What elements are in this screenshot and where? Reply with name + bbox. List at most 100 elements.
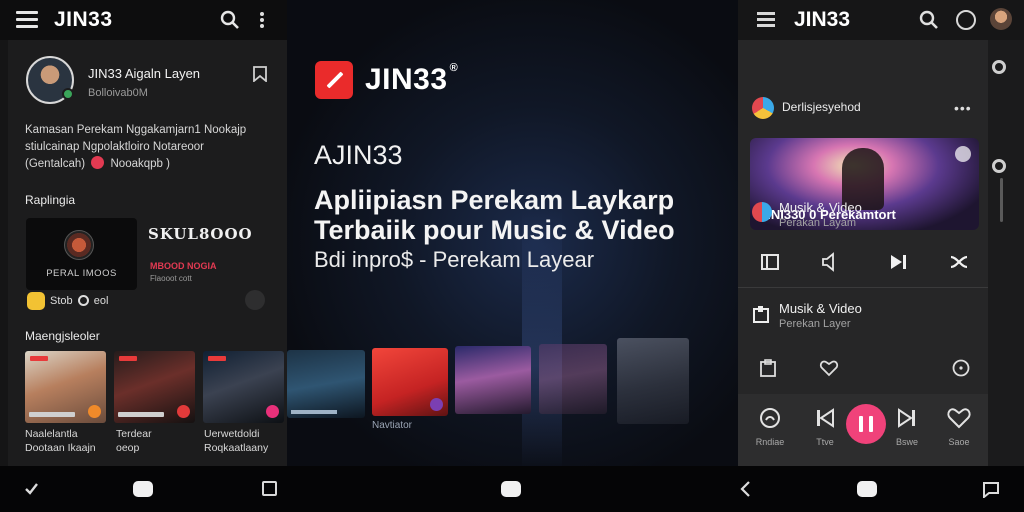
track-title[interactable]: Musik & Video <box>779 200 862 215</box>
hero-headline-line: Terbaiik pour Music & Video <box>314 215 675 245</box>
back-icon[interactable] <box>736 480 756 498</box>
more-vertical-icon[interactable] <box>257 10 267 30</box>
red-badge-icon <box>177 405 190 418</box>
scrollbar[interactable] <box>1000 178 1003 222</box>
player-label: Ttve <box>816 437 834 447</box>
carousel-caption: Navtiator <box>372 420 413 431</box>
thumbnail-label-bar <box>118 412 164 417</box>
gear-icon[interactable] <box>992 60 1006 74</box>
track-title[interactable]: Musik & Video <box>779 301 862 316</box>
library-icon <box>753 306 769 323</box>
app-title: JIN33 <box>54 8 113 31</box>
recording-card-caption: PERAL IMOOS <box>46 268 117 279</box>
profile-bio: Kamasan Perekam Nggakamjarn1 Nookajp sti… <box>25 122 275 173</box>
artwork-title: SKUL8OOO <box>148 225 253 243</box>
bio-line: stiulcainap Ngpolaktloiro Notareoor <box>25 141 204 153</box>
hero-subheading: Bdi inpro$ - Perekam Layear <box>314 247 595 272</box>
video-thumbnail[interactable] <box>25 351 106 423</box>
menu-icon[interactable] <box>757 12 775 27</box>
profile-name: JIN33 Aigaln Layen <box>88 66 201 81</box>
avatar[interactable] <box>990 8 1012 30</box>
online-badge <box>62 88 74 100</box>
thumbnail-subtitle: Roqkaatlaany <box>204 442 269 454</box>
carousel-thumbnail[interactable] <box>372 348 448 416</box>
thumbnail-label-bar <box>291 410 337 414</box>
logo-wordmark: JIN33 <box>365 63 448 96</box>
artwork-subtitle: MBOOD NOGIA <box>150 261 217 271</box>
right-panel: JIN33 Derlisjesyehod ••• JINI330 0 Perek… <box>738 0 1024 466</box>
thumbnail-caption: Naalelantla Dootaan Ikaajn <box>25 427 96 455</box>
bio-line-text: (Gentalcah) <box>25 158 86 170</box>
live-tag <box>30 356 48 361</box>
section-heading-videos: Maengjsleoler <box>25 329 100 343</box>
carousel-thumbnail[interactable] <box>539 344 607 414</box>
speedometer-icon[interactable] <box>956 10 976 30</box>
bookmark-icon[interactable] <box>253 66 267 82</box>
music-video-icon <box>752 202 772 222</box>
live-tag <box>208 356 226 361</box>
vinyl-icon <box>64 230 94 260</box>
radio-icon[interactable] <box>757 405 783 431</box>
bio-tail: Nooakqpb ) <box>110 158 170 170</box>
more-horizontal-icon[interactable]: ••• <box>954 100 972 116</box>
live-tag <box>119 356 137 361</box>
thumbnail-caption: Uerwetdoldi Roqkaatlaany <box>204 427 268 455</box>
carousel-thumbnail[interactable] <box>617 338 689 424</box>
settings-badge-icon[interactable] <box>955 146 971 162</box>
track-subtitle: Perekan Layer <box>779 318 851 330</box>
carousel-thumbnail[interactable] <box>287 350 365 418</box>
artwork-meta: Flaooot cott <box>150 274 192 283</box>
info-icon[interactable] <box>951 358 971 378</box>
pink-badge-icon <box>266 405 279 418</box>
skip-next-icon[interactable] <box>894 405 920 431</box>
share-icon[interactable] <box>245 290 265 310</box>
bio-line: (Gentalcah) Nooakqpb ) <box>25 156 275 173</box>
menu-icon[interactable] <box>16 11 38 29</box>
sidebar-icon[interactable] <box>760 252 780 272</box>
search-icon[interactable] <box>220 10 240 30</box>
thumbnail-title: Terdear <box>116 428 152 440</box>
reaction-row: Stob eol <box>50 295 108 307</box>
circle-icon <box>77 295 89 306</box>
recents-button[interactable] <box>262 481 277 496</box>
bio-line: Kamasan Perekam Nggakamjarn1 Nookajp <box>25 124 247 136</box>
thumbnail-subtitle: oeop <box>116 442 140 454</box>
orange-badge-icon <box>88 405 101 418</box>
reaction-tail: eol <box>93 295 109 307</box>
shuffle-icon[interactable] <box>949 252 969 272</box>
player-label: Saoe <box>948 437 970 447</box>
video-thumbnail[interactable] <box>114 351 195 423</box>
purple-badge-icon <box>430 398 443 411</box>
record-icon <box>91 156 105 169</box>
divider <box>738 287 988 288</box>
skip-next-icon[interactable] <box>888 252 908 272</box>
heart-icon[interactable] <box>819 358 839 378</box>
registered-mark: ® <box>449 62 459 74</box>
skip-previous-icon[interactable] <box>812 405 838 431</box>
home-button[interactable] <box>857 481 877 497</box>
section-heading-recent: Raplingia <box>25 193 76 207</box>
home-button[interactable] <box>501 481 521 497</box>
recording-card[interactable]: PERAL IMOOS <box>26 218 137 290</box>
pause-button[interactable] <box>846 404 886 444</box>
chat-icon[interactable] <box>981 480 1001 498</box>
volume-icon[interactable] <box>820 252 840 272</box>
carousel-thumbnail[interactable] <box>455 346 531 414</box>
track-subtitle: Perakan Layam <box>779 217 857 229</box>
hero-headline-line: Apliipiasn Perekam Laykarp <box>314 185 675 215</box>
emoji-icon[interactable] <box>27 292 45 310</box>
gear-icon[interactable] <box>992 159 1006 173</box>
heart-icon[interactable] <box>946 405 972 431</box>
hero-headline: Apliipiasn Perekam Laykarp Terbaiik pour… <box>314 185 738 245</box>
video-thumbnail[interactable] <box>203 351 284 423</box>
search-icon[interactable] <box>919 10 939 30</box>
channel-name: Derlisjesyehod <box>782 100 861 114</box>
left-topbar: JIN33 <box>0 0 287 40</box>
logo-text: JIN33 ® <box>365 62 458 97</box>
check-icon[interactable] <box>22 480 42 498</box>
thumbnail-caption: Terdear oeop <box>116 427 152 455</box>
home-button[interactable] <box>133 481 153 497</box>
profile-subtitle: Bolloivab0M <box>88 87 148 99</box>
clipboard-icon[interactable] <box>758 358 778 378</box>
avatar[interactable] <box>26 56 74 104</box>
